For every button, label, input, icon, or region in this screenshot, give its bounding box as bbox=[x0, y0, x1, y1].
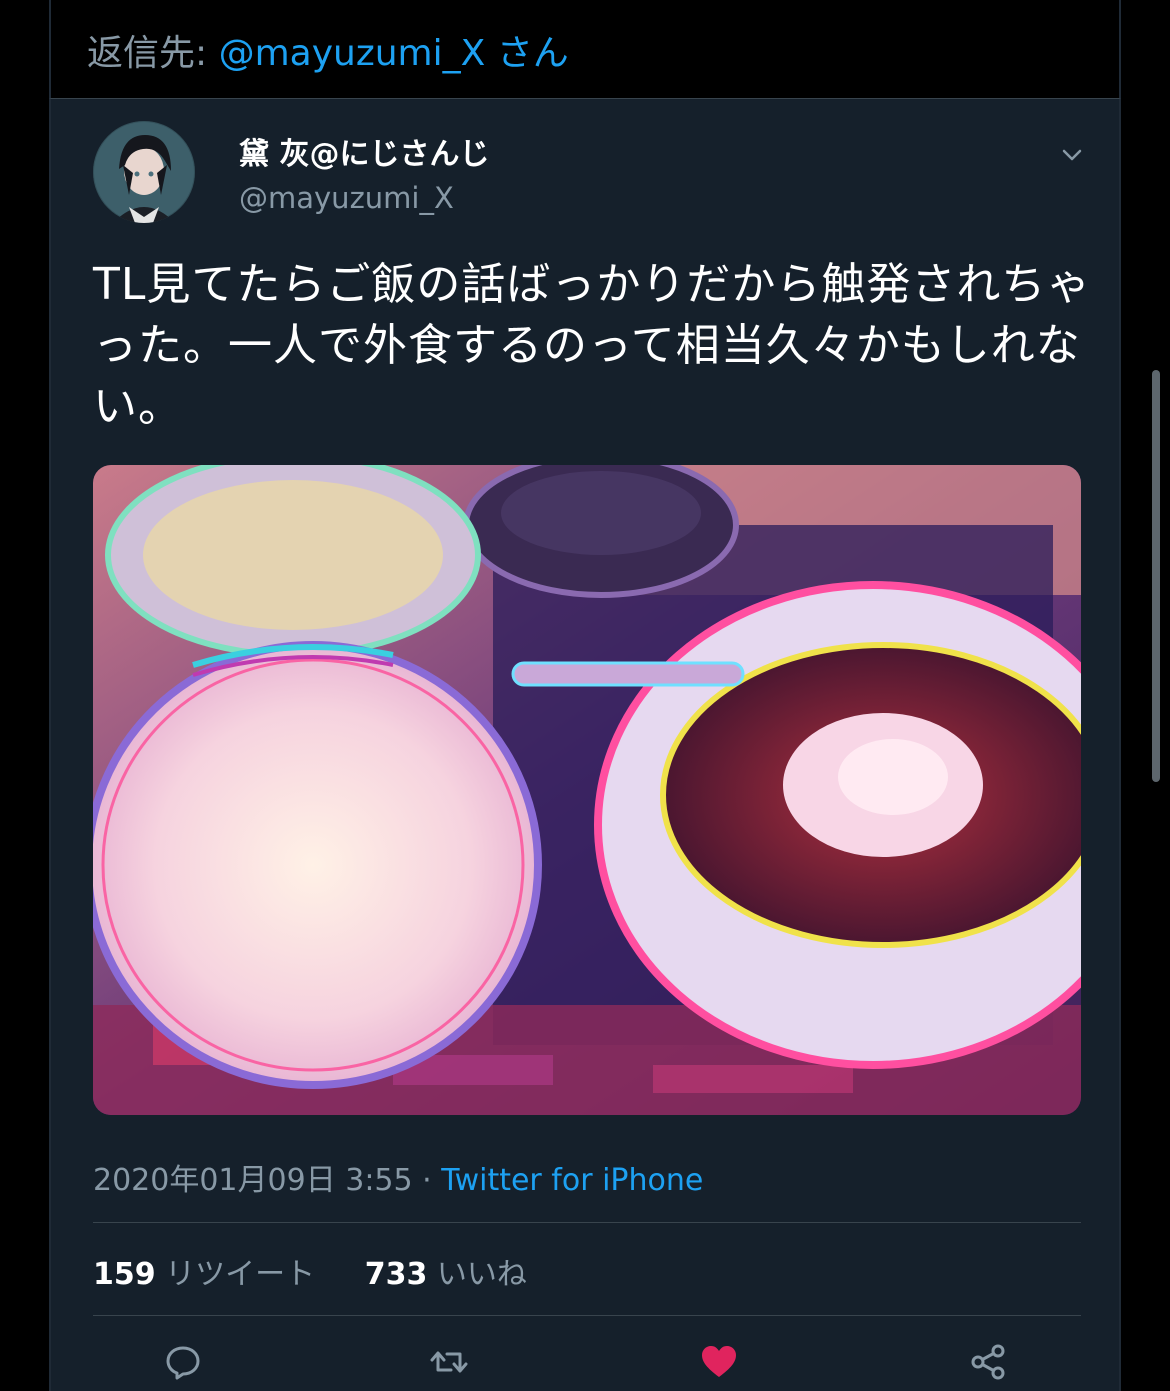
retweets-label: リツイート bbox=[165, 1257, 316, 1292]
tweet-source-link[interactable]: Twitter for iPhone bbox=[441, 1163, 703, 1198]
retweets-count: 159 bbox=[93, 1257, 156, 1292]
tweet-photo[interactable] bbox=[93, 465, 1081, 1115]
reply-suffix: さん bbox=[485, 33, 569, 74]
reply-handle-link[interactable]: @mayuzumi_X bbox=[219, 33, 486, 74]
tweet-stats: 159 リツイート 733 いいね bbox=[93, 1249, 567, 1293]
likes-label: いいね bbox=[436, 1257, 527, 1292]
avatar[interactable] bbox=[93, 121, 195, 223]
reply-prefix: 返信先: bbox=[87, 33, 219, 74]
display-name[interactable]: 黛 灰@にじさんじ bbox=[239, 129, 489, 173]
share-icon[interactable] bbox=[968, 1342, 1008, 1382]
reply-icon[interactable] bbox=[163, 1342, 203, 1382]
user-handle[interactable]: @mayuzumi_X bbox=[239, 181, 454, 215]
tweet-card: 黛 灰@にじさんじ @mayuzumi_X TL見てたらご飯の話ばっかりだから触… bbox=[49, 98, 1121, 1391]
scrollbar[interactable] bbox=[1152, 370, 1160, 782]
heart-icon[interactable] bbox=[699, 1342, 739, 1382]
tweet-timestamp: 2020年01月09日 3:55 · Twitter for iPhone bbox=[93, 1155, 703, 1199]
divider bbox=[93, 1315, 1081, 1316]
timestamp-separator: · bbox=[412, 1163, 442, 1198]
divider bbox=[93, 1222, 1081, 1223]
reply-context: 返信先: @mayuzumi_X さん bbox=[87, 24, 569, 76]
likes-count: 733 bbox=[364, 1257, 428, 1292]
timestamp-value[interactable]: 2020年01月09日 3:55 bbox=[93, 1163, 413, 1198]
retweet-icon[interactable] bbox=[429, 1342, 469, 1382]
reply-context-header: 返信先: @mayuzumi_X さん bbox=[49, 0, 1121, 98]
likes-stat[interactable]: 733 いいね bbox=[365, 1257, 527, 1292]
retweets-stat[interactable]: 159 リツイート bbox=[93, 1257, 315, 1292]
chevron-down-icon[interactable] bbox=[1056, 139, 1088, 171]
tweet-text: TL見てたらご飯の話ばっかりだから触発されちゃった。一人で外食するのって相当久々… bbox=[93, 259, 1092, 432]
